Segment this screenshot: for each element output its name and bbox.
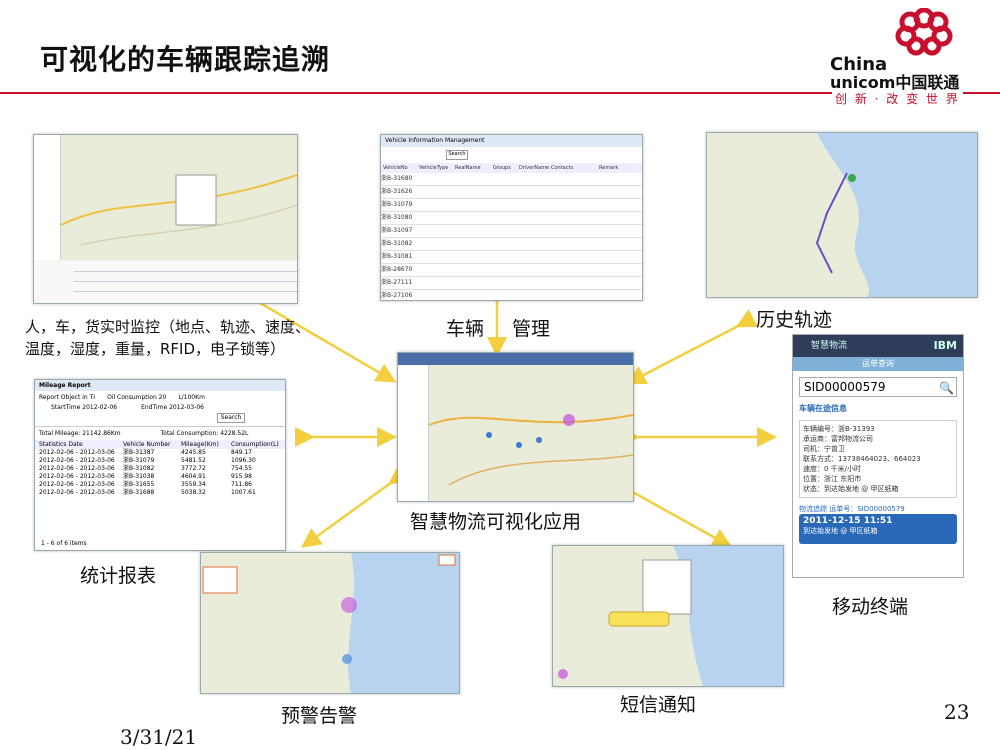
mobile-terminal-screenshot: 智慧物流 IBM 运单查询 SID00000579 🔍 车辆在途信息 车辆编号：… xyxy=(792,334,964,578)
history-track-screenshot xyxy=(706,132,978,298)
mileage-search-button[interactable]: Search xyxy=(217,413,245,423)
mileage-form-row2: StartTime 2012-02-06 EndTime 2012-03-06 xyxy=(51,404,204,411)
monitor-tree-panel xyxy=(34,135,61,260)
label-vehicle: 车辆 xyxy=(446,318,485,340)
label-management: 管理 xyxy=(512,318,551,340)
mobile-search-input[interactable]: SID00000579 🔍 xyxy=(799,377,957,397)
info-line: 承运商：富邦物流公司 xyxy=(803,435,873,443)
vehicle-table-header: VehicleNo VehicleType RealName Groups Dr… xyxy=(381,163,642,173)
label-center: 智慧物流可视化应用 xyxy=(410,511,582,533)
table-row[interactable]: 浙B-31097 xyxy=(381,225,642,238)
mobile-subtitle: 运单查询 xyxy=(793,357,963,371)
center-app-titlebar xyxy=(398,353,633,365)
mileage-report-screenshot: Mileage Report Report Object in TI Oil Co… xyxy=(34,379,286,551)
table-row[interactable]: 2012-02-06 - 2012-03-06 浙B-31387 4245.85 84… xyxy=(35,449,285,457)
arrow-alert xyxy=(300,465,411,548)
table-row[interactable]: 2012-02-06 - 2012-03-06 浙B-31038 4604.91 91… xyxy=(35,473,285,481)
vehicle-management-screenshot: Vehicle Information Management Search Ve… xyxy=(380,134,643,301)
label-alert: 预警告警 xyxy=(281,705,358,727)
table-row[interactable]: 浙B-31080 xyxy=(381,212,642,225)
table-row[interactable]: 2012-02-06 - 2012-03-06 浙B-31688 5038.32 10… xyxy=(35,489,285,497)
table-row[interactable]: 2012-02-06 - 2012-03-06 浙B-31082 3772.72 75… xyxy=(35,465,285,473)
info-line: 车辆编号：浙B-31393 xyxy=(803,425,875,433)
mileage-totals: Total Mileage: 21142.86Km Total Consumpti… xyxy=(35,426,285,440)
table-row[interactable]: 浙B-31680 xyxy=(381,173,642,186)
table-row[interactable]: 浙B-31079 xyxy=(381,199,642,212)
mileage-table-header: Statistics Date Vehicle Number Mileage(Km)… xyxy=(35,440,285,449)
monitor-map xyxy=(60,135,297,260)
tracking-id: 运单号：SID00000579 xyxy=(829,505,905,513)
mileage-pagination: 1 - 6 of 6 items xyxy=(41,540,87,547)
info-line: 司机：宁曾卫 xyxy=(803,445,845,453)
label-stats: 统计报表 xyxy=(80,565,157,587)
table-row[interactable]: 浙B-27106 xyxy=(381,290,642,300)
table-row[interactable]: 2012-02-06 - 2012-03-06 浙B-31079 5481.52 10… xyxy=(35,457,285,465)
mobile-event-card[interactable]: 2011-12-15 11:51 到达始发地 @ 甲区纸箱 xyxy=(799,514,957,544)
sms-map-screenshot xyxy=(552,545,784,687)
mobile-info-box: 车辆编号：浙B-31393 承运商：富邦物流公司 司机：宁曾卫 联系方式：137… xyxy=(799,420,957,498)
event-time: 2011-12-15 11:51 xyxy=(803,516,893,526)
vehicle-panel-title: Vehicle Information Management xyxy=(381,135,642,147)
page-number: 23 xyxy=(944,700,970,724)
info-line: 状态：到达始发地 @ 甲区纸箱 xyxy=(803,485,899,493)
monitor-table xyxy=(34,261,297,303)
info-line: 位置：浙江 东阳市 xyxy=(803,475,862,483)
table-row[interactable]: 2012-02-06 - 2012-03-06 浙B-31655 3559.34 71… xyxy=(35,481,285,489)
mileage-table-rows: 2012-02-06 - 2012-03-06 浙B-31387 4245.85 84… xyxy=(35,449,285,497)
arrow-history xyxy=(625,309,758,385)
mobile-header: 智慧物流 IBM xyxy=(793,335,963,357)
monitor-map-screenshot xyxy=(33,134,298,304)
mobile-section-title: 车辆在途信息 xyxy=(799,404,847,413)
label-history: 历史轨迹 xyxy=(756,309,833,331)
info-line: 速度：0 千米/小时 xyxy=(803,465,862,473)
mobile-brand: IBM xyxy=(933,339,957,352)
center-app-screenshot xyxy=(397,352,634,502)
table-row[interactable]: 浙B-31626 xyxy=(381,186,642,199)
vehicle-search-button[interactable]: Search xyxy=(446,150,468,160)
slide-date: 3/31/21 xyxy=(120,725,198,749)
center-app-map xyxy=(428,365,633,501)
mobile-search-value: SID00000579 xyxy=(804,380,886,394)
table-row[interactable]: 浙B-27111 xyxy=(381,277,642,290)
label-mobile: 移动终端 xyxy=(832,596,909,618)
mileage-title: Mileage Report xyxy=(35,380,285,391)
event-text: 到达始发地 @ 甲区纸箱 xyxy=(803,527,878,535)
label-sms: 短信通知 xyxy=(620,694,697,716)
label-monitor: 人，车，货实时监控（地点、轨迹、速度、温度，湿度，重量，RFID，电子锁等） xyxy=(25,318,311,358)
mobile-app-name: 智慧物流 xyxy=(811,341,848,351)
table-row[interactable]: 浙B-31081 xyxy=(381,251,642,264)
search-icon[interactable]: 🔍 xyxy=(939,379,954,397)
table-row[interactable]: 浙B-31082 xyxy=(381,238,642,251)
info-line: 联系方式：13738464023、664023 xyxy=(803,455,921,463)
center-app-sidebar xyxy=(398,365,429,501)
arrow-sms xyxy=(602,468,733,548)
table-row[interactable]: 浙B-28670 xyxy=(381,264,642,277)
mileage-form-row1: Report Object in TI Oil Consumption 20 L/1… xyxy=(39,394,205,401)
alert-map-screenshot xyxy=(200,552,460,694)
tracking-label: 物流追踪 xyxy=(799,505,827,513)
vehicle-table-rows: 浙B-31680 浙B-31626 浙B-31079 浙B-31080 浙B-3… xyxy=(381,173,642,300)
mobile-tracking-row: 物流追踪 运单号：SID00000579 xyxy=(799,504,957,514)
